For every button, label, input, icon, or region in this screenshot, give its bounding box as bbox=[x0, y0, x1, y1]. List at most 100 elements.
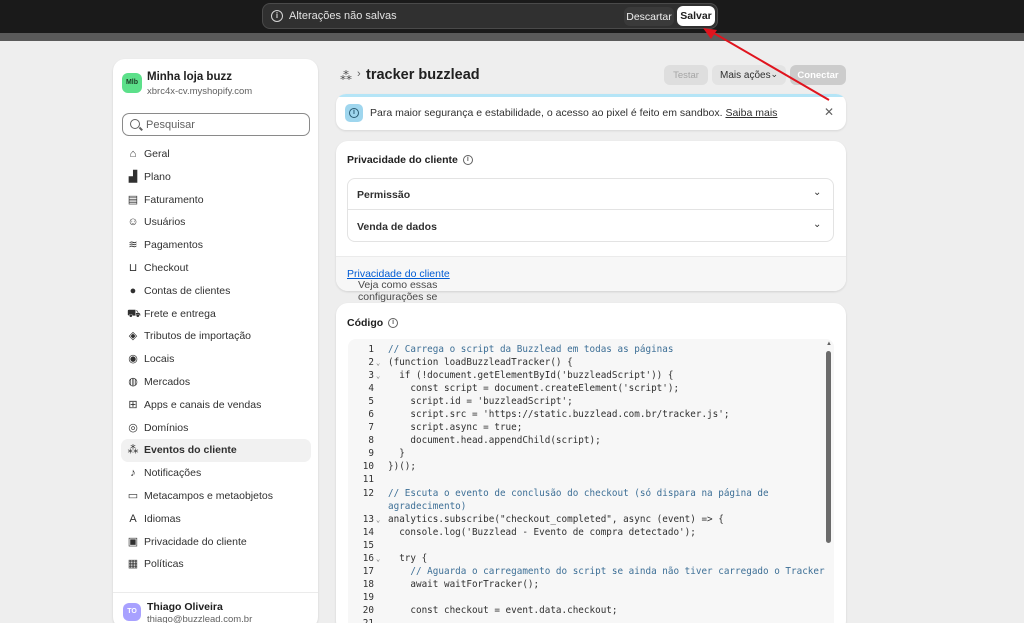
sidebar-item-label: Usuários bbox=[144, 216, 186, 229]
sidebar-item-label: Plano bbox=[144, 170, 171, 183]
customer-events-icon[interactable]: ⁂ bbox=[340, 69, 352, 83]
code-editor[interactable]: 1 // Carrega o script da Buzzlead em toda… bbox=[348, 339, 834, 623]
scroll-up-icon[interactable]: ▲ bbox=[826, 341, 832, 347]
sidebar-item-duties[interactable]: ◈ Tributos de importação bbox=[121, 325, 311, 348]
sidebar-item-domain[interactable]: ◎ Domínios bbox=[121, 417, 311, 440]
search-icon bbox=[130, 119, 140, 129]
sidebar-item-label: Checkout bbox=[144, 261, 189, 274]
sidebar-item-apps[interactable]: ⊞ Apps e canais de vendas bbox=[121, 394, 311, 417]
line-number: 11 bbox=[362, 474, 374, 486]
accordion-permission[interactable]: Permissão ⌄ bbox=[348, 179, 833, 210]
sidebar-item-language[interactable]: A Idiomas bbox=[121, 508, 311, 531]
sidebar-item-label: Contas de clientes bbox=[144, 284, 231, 297]
unsaved-changes-pill: i Alterações não salvas Descartar Salvar bbox=[262, 3, 718, 29]
sidebar-item-policy[interactable]: ▦ Políticas bbox=[121, 553, 311, 576]
code-line: 14 console.log('Buzzlead - Evento de com… bbox=[348, 526, 824, 539]
sidebar-item-globe[interactable]: ◍ Mercados bbox=[121, 371, 311, 394]
store-icon: ⌂ bbox=[129, 148, 137, 160]
user-account[interactable]: TO Thiago Oliveira thiago@buzzlead.com.b… bbox=[113, 592, 318, 623]
code-text: console.log('Buzzlead - Evento de compra… bbox=[388, 526, 696, 538]
info-icon[interactable]: i bbox=[462, 155, 473, 166]
search-input[interactable] bbox=[146, 117, 306, 133]
sidebar-item-cursor[interactable]: ⁂ Eventos do cliente bbox=[121, 439, 311, 463]
info-icon[interactable]: i bbox=[388, 318, 399, 329]
banner-text: Para maior segurança e estabilidade, o a… bbox=[370, 107, 777, 119]
sidebar-item-label: Faturamento bbox=[144, 193, 204, 206]
sidebar-item-location[interactable]: ◉ Locais bbox=[121, 348, 311, 371]
banner-message: Para maior segurança e estabilidade, o a… bbox=[370, 107, 723, 119]
sidebar-item-truck[interactable]: ⛟ Frete e entrega bbox=[121, 303, 311, 326]
customer-privacy-card: Privacidade do cliente i Permissão ⌄ Vend… bbox=[336, 141, 846, 327]
close-icon[interactable]: ✕ bbox=[824, 105, 834, 119]
code-line: 5 script.id = 'buzzleadScript'; bbox=[348, 395, 824, 408]
chevron-down-icon: ⌄ bbox=[813, 187, 822, 198]
line-number: 3 bbox=[368, 370, 374, 382]
chart-icon: ▟ bbox=[128, 170, 138, 183]
sidebar-item-lock[interactable]: ▣ Privacidade do cliente bbox=[121, 531, 311, 554]
sidebar-item-label: Eventos do cliente bbox=[144, 444, 237, 457]
code-text: agradecimento) bbox=[388, 500, 467, 512]
code-text: script.id = 'buzzleadScript'; bbox=[388, 396, 573, 408]
line-number: 20 bbox=[362, 604, 374, 616]
code-text: analytics.subscribe("checkout_completed"… bbox=[388, 513, 724, 525]
sidebar-item-metafields[interactable]: ▭ Metacampos e metaobjetos bbox=[121, 485, 311, 508]
connect-button[interactable]: Conectar bbox=[790, 65, 846, 85]
code-text: script.async = true; bbox=[388, 422, 523, 434]
code-line: 2 ⌄ (function loadBuzzleadTracker() { bbox=[348, 356, 824, 369]
chevron-down-icon: ⌄ bbox=[770, 69, 778, 79]
page-title: tracker buzzlead bbox=[366, 67, 480, 83]
sidebar-item-store[interactable]: ⌂ Geral bbox=[121, 143, 311, 166]
settings-sidebar: Mlb Minha loja buzz xbrc4x-cv.myshopify.… bbox=[113, 59, 318, 623]
code-text: script.src = 'https://static.buzzlead.co… bbox=[388, 409, 730, 421]
line-number: 7 bbox=[368, 422, 374, 434]
code-line: 9 } bbox=[348, 447, 824, 460]
code-text: const script = document.createElement('s… bbox=[388, 383, 680, 395]
code-line: 21 bbox=[348, 617, 824, 623]
sidebar-item-receipt[interactable]: ▤ Faturamento bbox=[121, 189, 311, 212]
editor-scrollbar[interactable]: ▲ bbox=[824, 339, 834, 623]
sidebar-item-person[interactable]: ● Contas de clientes bbox=[121, 280, 311, 303]
code-line: 8 document.head.appendChild(script); bbox=[348, 434, 824, 447]
sidebar-item-chart[interactable]: ▟ Plano bbox=[121, 166, 311, 189]
accordion-data-sale[interactable]: Venda de dados ⌄ bbox=[348, 211, 833, 242]
sidebar-item-cart[interactable]: ⊔ Checkout bbox=[121, 257, 311, 280]
scrollbar-thumb[interactable] bbox=[826, 351, 831, 543]
more-actions-button[interactable]: Mais ações ⌄ bbox=[712, 65, 786, 85]
code-text: document.head.appendChild(script); bbox=[388, 435, 601, 447]
settings-nav: ⌂ Geral ▟ Plano ▤ Faturamento ☺ Usuários ≋ Pagame… bbox=[121, 143, 311, 576]
code-line: 17 // Aguarda o carregamento do script s… bbox=[348, 565, 825, 578]
policy-icon: ▦ bbox=[127, 558, 139, 571]
sidebar-item-label: Políticas bbox=[144, 558, 184, 571]
store-switcher[interactable]: Mlb Minha loja buzz xbrc4x-cv.myshopify.… bbox=[122, 71, 312, 101]
code-text: await waitForTracker(); bbox=[388, 578, 540, 590]
test-button[interactable]: Testar bbox=[664, 65, 708, 85]
line-number: 17 bbox=[362, 565, 374, 577]
header-divider bbox=[0, 33, 1024, 41]
sidebar-item-bell[interactable]: ♪ Notificações bbox=[121, 462, 311, 485]
discard-button[interactable]: Descartar bbox=[624, 7, 674, 26]
domain-icon: ◎ bbox=[128, 421, 138, 434]
accordion-label: Venda de dados bbox=[357, 221, 437, 233]
store-domain: xbrc4x-cv.myshopify.com bbox=[147, 86, 253, 97]
user-avatar: TO bbox=[123, 603, 141, 621]
code-text: (function loadBuzzleadTracker() { bbox=[388, 357, 573, 369]
learn-more-link[interactable]: Saiba mais bbox=[725, 107, 777, 119]
accordion-label: Permissão bbox=[357, 189, 411, 201]
privacy-card-title: Privacidade do cliente i bbox=[347, 154, 473, 166]
line-number: 16 bbox=[362, 552, 374, 564]
location-icon: ◉ bbox=[128, 353, 138, 366]
code-line: 10})(); bbox=[348, 460, 824, 473]
code-lines: 1 // Carrega o script da Buzzlead em toda… bbox=[348, 343, 825, 623]
language-icon: A bbox=[129, 512, 137, 525]
code-line: 1 // Carrega o script da Buzzlead em toda… bbox=[348, 343, 824, 356]
sidebar-item-label: Tributos de importação bbox=[144, 330, 251, 343]
line-number: 15 bbox=[362, 539, 374, 551]
sidebar-item-payments[interactable]: ≋ Pagamentos bbox=[121, 234, 311, 257]
code-line: 11 bbox=[348, 473, 824, 486]
line-number: 21 bbox=[348, 617, 374, 623]
code-title: Código bbox=[347, 317, 384, 329]
save-button[interactable]: Salvar bbox=[677, 6, 715, 26]
privacy-card-footer: Veja como essas configurações se aplicam… bbox=[336, 256, 846, 327]
search-box[interactable] bbox=[122, 113, 310, 136]
sidebar-item-users[interactable]: ☺ Usuários bbox=[121, 211, 311, 234]
